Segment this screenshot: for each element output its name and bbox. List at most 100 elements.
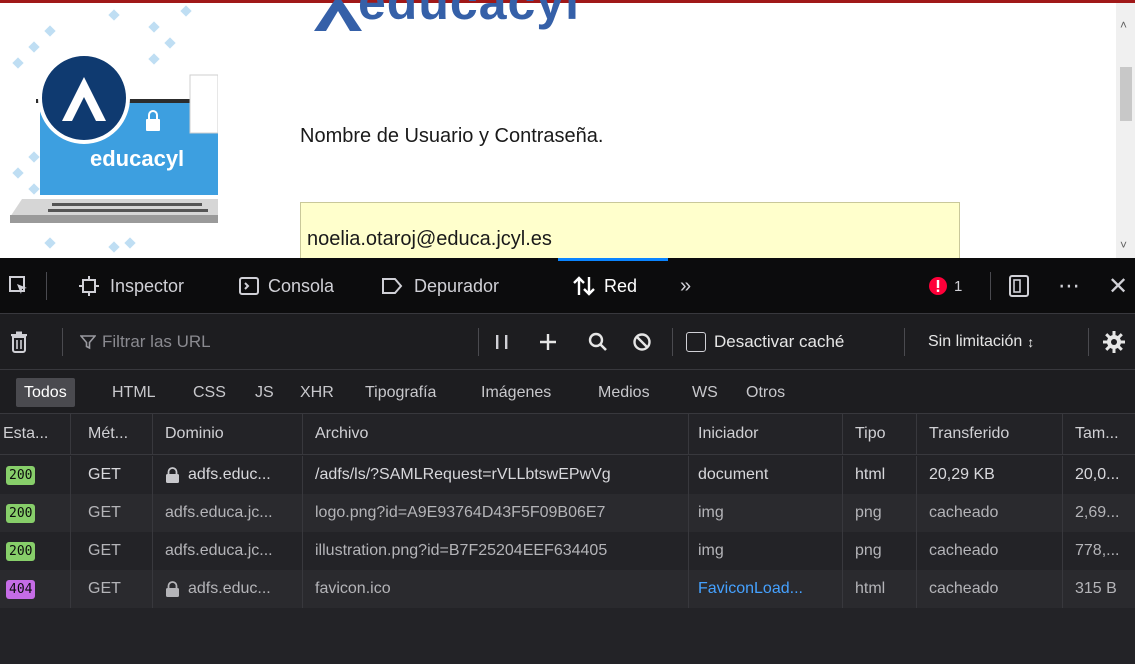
column-header-transferred[interactable]: Transferido: [921, 414, 1061, 454]
error-icon: [929, 277, 947, 295]
size-cell: 778,...: [1075, 542, 1120, 559]
network-icon: [573, 276, 595, 296]
scroll-thumb[interactable]: [1120, 67, 1132, 121]
checkbox-icon[interactable]: [686, 332, 706, 352]
type-filter-css[interactable]: CSS: [185, 378, 234, 407]
toolbar-separator: [672, 328, 673, 356]
status-cell: 200: [0, 532, 70, 570]
column-header-domain[interactable]: Dominio: [157, 414, 297, 454]
close-icon: ✕: [1108, 272, 1129, 300]
updown-arrows-icon: ↕: [1027, 334, 1035, 350]
element-picker-button[interactable]: [8, 258, 30, 314]
toolbar-separator: [1088, 328, 1089, 356]
status-badge: 200: [6, 541, 36, 561]
tab-debugger[interactable]: Depurador: [380, 258, 499, 314]
type-cell: png: [855, 542, 882, 559]
error-count: 1: [954, 277, 963, 295]
more-options-button[interactable]: ⋯: [1058, 258, 1081, 314]
toolbar-separator: [62, 328, 63, 356]
page-scrollbar[interactable]: ˄ ˅: [1116, 3, 1135, 258]
toolbox-separator: [46, 272, 47, 300]
search-button[interactable]: [588, 314, 608, 370]
block-requests-button[interactable]: [632, 314, 652, 370]
status-cell: 200: [0, 456, 70, 494]
disable-cache-label: Desactivar caché: [714, 332, 845, 351]
table-row[interactable]: 200 GET adfs.educa.jc... logo.png?id=A9E…: [0, 494, 1135, 532]
type-cell: html: [855, 466, 886, 483]
type-filter-ws[interactable]: WS: [684, 378, 726, 407]
tabs-overflow-button[interactable]: »: [680, 258, 691, 314]
method-cell: GET: [88, 542, 121, 559]
type-filter-xhr[interactable]: XHR: [292, 378, 342, 407]
column-header-type[interactable]: Tipo: [847, 414, 917, 454]
type-filter-all[interactable]: Todos: [16, 378, 75, 407]
type-cell: png: [855, 504, 882, 521]
type-filter-js[interactable]: JS: [247, 378, 282, 407]
file-cell: illustration.png?id=B7F25204EEF634405: [315, 542, 608, 559]
initiator-cell: img: [698, 542, 724, 559]
table-header: Esta... Mét... Dominio Archivo Iniciador…: [0, 414, 1135, 455]
throttling-select[interactable]: Sin limitación ↕: [928, 314, 1034, 370]
column-header-method[interactable]: Mét...: [80, 414, 150, 454]
transferred-cell: 20,29 KB: [929, 466, 995, 483]
laptop-illustration-icon: [10, 5, 218, 253]
disable-cache-checkbox[interactable]: Desactivar caché: [686, 314, 844, 370]
pause-recording-button[interactable]: [494, 314, 510, 370]
table-row[interactable]: 200 GET adfs.educa.jc... illustration.pn…: [0, 532, 1135, 570]
responsive-design-button[interactable]: [1008, 258, 1030, 314]
tab-network-label: Red: [604, 275, 638, 296]
domain-cell: adfs.educ...: [157, 456, 302, 494]
column-header-initiator[interactable]: Iniciador: [690, 414, 840, 454]
transferred-cell: cacheado: [929, 580, 999, 597]
type-filter-fonts[interactable]: Tipografía: [357, 378, 444, 407]
close-devtools-button[interactable]: ✕: [1108, 258, 1128, 314]
method-cell: GET: [88, 466, 121, 483]
type-filter-other[interactable]: Otros: [738, 378, 793, 407]
filter-icon-wrap: [80, 314, 96, 370]
file-cell: favicon.ico: [315, 580, 391, 597]
table-row[interactable]: 200 GET adfs.educ... /adfs/ls/?SAMLReque…: [0, 456, 1135, 494]
login-heading: Nombre de Usuario y Contraseña.: [300, 125, 604, 147]
type-filter-media[interactable]: Medios: [590, 378, 658, 407]
gear-icon: [1103, 331, 1125, 353]
pause-icon: [496, 335, 508, 349]
column-header-status[interactable]: Esta...: [0, 414, 70, 454]
more-options-icon: ⋯: [1058, 273, 1081, 298]
tab-console[interactable]: Consola: [238, 258, 334, 314]
add-request-button[interactable]: [538, 314, 558, 370]
column-header-file[interactable]: Archivo: [307, 414, 687, 454]
scroll-down-icon[interactable]: ˅: [1120, 239, 1127, 251]
size-cell: 2,69...: [1075, 504, 1120, 521]
toolbar-separator: [904, 328, 905, 356]
status-badge: 404: [6, 579, 36, 599]
tab-network[interactable]: Red: [572, 258, 637, 314]
webpage-viewport: educacyl educacyl Nombre de Usuario y Co…: [0, 0, 1135, 258]
tab-debugger-label: Depurador: [414, 275, 500, 296]
error-counter[interactable]: 1: [928, 258, 962, 314]
filter-icon: [80, 335, 96, 350]
initiator-cell: document: [698, 466, 769, 483]
clear-requests-button[interactable]: [10, 314, 28, 370]
column-header-size[interactable]: Tam...: [1067, 414, 1135, 454]
network-toolbar: Desactivar caché Sin limitación ↕: [0, 314, 1135, 370]
domain-cell: adfs.educ...: [157, 570, 302, 608]
lock-icon: [166, 466, 179, 483]
initiator-link[interactable]: FaviconLoad...: [690, 570, 840, 608]
size-cell: 315 B: [1075, 580, 1117, 597]
network-settings-button[interactable]: [1102, 314, 1126, 370]
login-form-panel: educacyl Nombre de Usuario y Contraseña.: [218, 0, 1116, 258]
illustration-brand-text: educacyl: [90, 146, 185, 171]
tab-inspector-label: Inspector: [110, 275, 185, 296]
tab-inspector[interactable]: Inspector: [78, 258, 184, 314]
educacyl-illustration: educacyl: [0, 3, 218, 258]
brand-title: educacyl: [358, 0, 581, 30]
username-input[interactable]: [300, 202, 960, 258]
status-cell: 404: [0, 570, 70, 608]
domain-cell: adfs.educa.jc...: [165, 542, 273, 559]
type-filter-images[interactable]: Imágenes: [473, 378, 559, 407]
url-filter-input[interactable]: [102, 328, 462, 356]
table-row[interactable]: 404 GET adfs.educ... favicon.ico Favicon…: [0, 570, 1135, 608]
scroll-up-icon[interactable]: ˄: [1120, 19, 1127, 31]
type-filter-html[interactable]: HTML: [104, 378, 164, 407]
element-picker-icon: [9, 276, 27, 294]
